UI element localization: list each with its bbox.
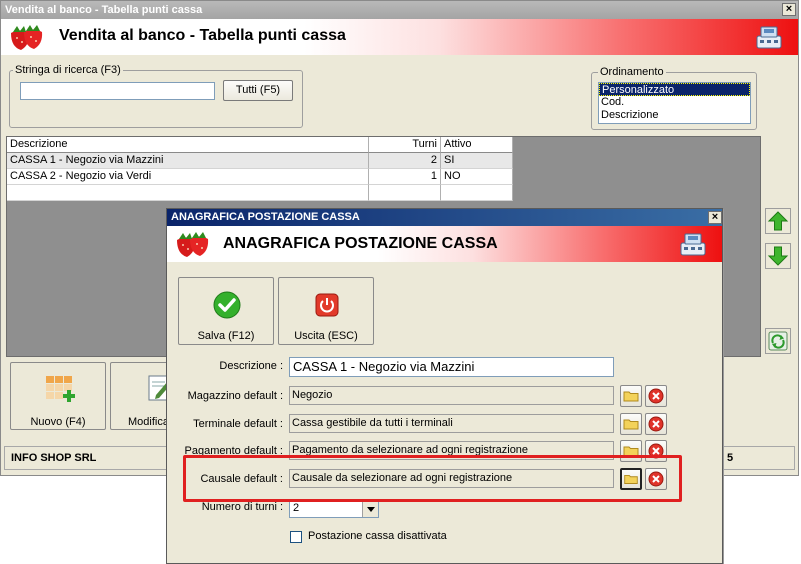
exit-button[interactable]: Uscita (ESC) xyxy=(278,277,374,345)
disabled-checkbox[interactable] xyxy=(290,531,302,543)
descrizione-label: Descrizione : xyxy=(219,360,283,372)
red-x-icon xyxy=(648,388,664,404)
main-window-title: Vendita al banco - Tabella punti cassa xyxy=(5,4,203,16)
main-title-bar: Vendita al banco - Tabella punti cassa xyxy=(1,1,798,19)
red-power-icon xyxy=(315,293,339,317)
save-button-label: Salva (F12) xyxy=(197,330,255,342)
cash-register-icon xyxy=(680,233,706,256)
green-arrow-up-icon xyxy=(767,211,789,231)
grid-plus-icon xyxy=(46,376,75,402)
table-row-cell[interactable]: CASSA 2 - Negozio via Verdi xyxy=(7,169,369,185)
ordering-option-personalizzato[interactable]: Personalizzato xyxy=(599,83,750,96)
dialog-close-button[interactable]: × xyxy=(708,211,722,224)
refresh-button[interactable] xyxy=(765,328,791,354)
new-button[interactable]: Nuovo (F4) xyxy=(10,362,106,430)
strawberries-icon xyxy=(177,232,209,257)
chevron-down-icon[interactable] xyxy=(362,501,378,517)
strawberries-icon xyxy=(11,25,43,50)
green-check-icon xyxy=(213,291,241,319)
turni-select[interactable]: 2 xyxy=(289,500,379,518)
cash-station-dialog: ANAGRAFICA POSTAZIONE CASSA × ANAGRAFICA… xyxy=(166,208,723,564)
terminale-browse-button[interactable] xyxy=(620,413,642,435)
search-legend: Stringa di ricerca (F3) xyxy=(13,64,123,76)
table-row-cell[interactable]: SI xyxy=(441,153,513,169)
descrizione-field[interactable]: CASSA 1 - Negozio via Mazzini xyxy=(289,357,614,377)
magazzino-browse-button[interactable] xyxy=(620,385,642,407)
all-button[interactable]: Tutti (F5) xyxy=(223,80,293,101)
dialog-banner-title: ANAGRAFICA POSTAZIONE CASSA xyxy=(223,235,498,252)
terminale-label: Terminale default : xyxy=(193,418,283,430)
search-input[interactable] xyxy=(20,82,215,100)
status-right-text: 5 xyxy=(727,452,734,464)
ordering-legend: Ordinamento xyxy=(598,66,666,78)
red-x-icon xyxy=(648,416,664,432)
terminale-clear-button[interactable] xyxy=(645,413,667,435)
grid-header-descrizione[interactable]: Descrizione xyxy=(7,137,369,153)
folder-icon xyxy=(623,419,639,430)
dialog-title: ANAGRAFICA POSTAZIONE CASSA xyxy=(171,211,360,223)
turni-value: 2 xyxy=(293,502,300,514)
terminale-field: Cassa gestibile da tutti i terminali xyxy=(289,414,614,433)
move-up-button[interactable] xyxy=(765,208,791,234)
table-row-empty xyxy=(369,185,441,201)
save-button[interactable]: Salva (F12) xyxy=(178,277,274,345)
edit-button-label: Modifica xyxy=(128,416,169,428)
table-row-cell[interactable]: 2 xyxy=(369,153,441,169)
green-arrow-down-icon xyxy=(767,246,789,266)
new-button-label: Nuovo (F4) xyxy=(30,416,86,428)
magazzino-field: Negozio xyxy=(289,386,614,405)
dialog-title-bar: ANAGRAFICA POSTAZIONE CASSA xyxy=(167,209,722,226)
main-banner-title: Vendita al banco - Tabella punti cassa xyxy=(59,27,346,44)
grid-header-turni[interactable]: Turni xyxy=(369,137,441,153)
table-row-cell[interactable]: CASSA 1 - Negozio via Mazzini xyxy=(7,153,369,169)
ordering-option-cod[interactable]: Cod. xyxy=(599,96,750,109)
dialog-banner: ANAGRAFICA POSTAZIONE CASSA xyxy=(167,226,722,262)
disabled-checkbox-label: Postazione cassa disattivata xyxy=(308,530,447,542)
main-close-button[interactable]: × xyxy=(782,3,796,16)
refresh-icon xyxy=(768,331,788,351)
exit-button-label: Uscita (ESC) xyxy=(294,330,358,342)
main-banner: Vendita al banco - Tabella punti cassa xyxy=(1,19,798,55)
ordering-option-descrizione[interactable]: Descrizione xyxy=(599,109,750,122)
table-row-empty xyxy=(7,185,369,201)
move-down-button[interactable] xyxy=(765,243,791,269)
highlight-annotation xyxy=(183,455,682,502)
grid-header-attivo[interactable]: Attivo xyxy=(441,137,513,153)
table-row-cell[interactable]: NO xyxy=(441,169,513,185)
grid-table: Descrizione Turni Attivo CASSA 1 - Negoz… xyxy=(7,137,513,201)
cash-register-icon xyxy=(756,26,782,49)
table-row-cell[interactable]: 1 xyxy=(369,169,441,185)
folder-icon xyxy=(623,391,639,402)
status-company: INFO SHOP SRL xyxy=(11,452,97,464)
table-row-empty xyxy=(441,185,513,201)
edit-button[interactable]: Modifica xyxy=(110,362,170,430)
ordering-listbox[interactable]: Personalizzato Cod. Descrizione xyxy=(598,82,751,124)
magazzino-label: Magazzino default : xyxy=(187,390,283,402)
magazzino-clear-button[interactable] xyxy=(645,385,667,407)
